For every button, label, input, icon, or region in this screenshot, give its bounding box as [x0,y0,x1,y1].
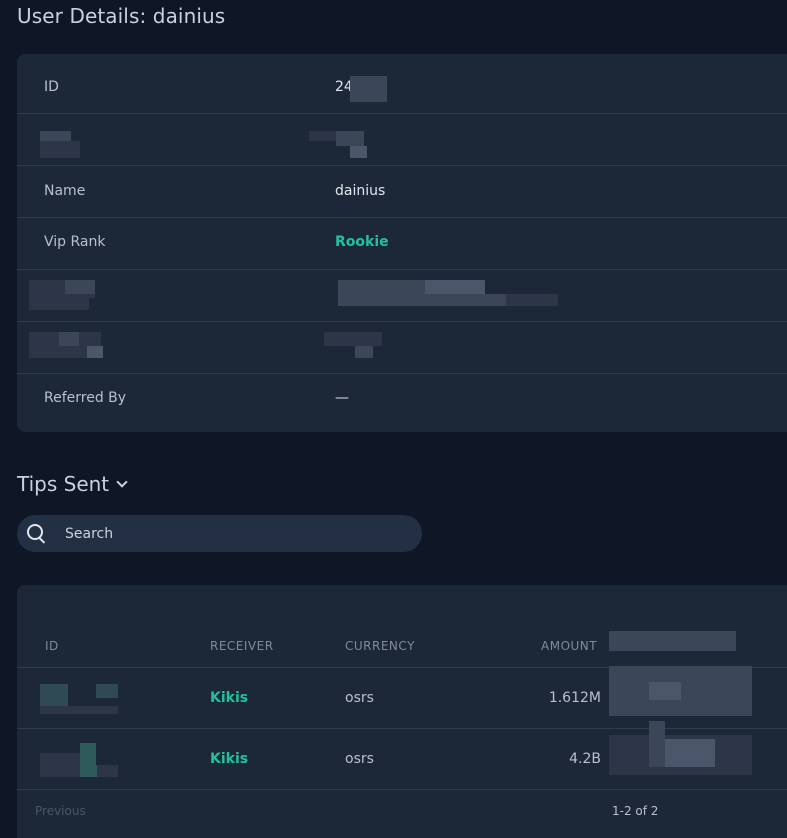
currency-cell: osrs [345,751,374,767]
redacted-value [506,294,558,306]
redacted-id [40,706,118,714]
tips-table: ID RECEIVER CURRENCY AMOUNT Kikis osrs 1… [17,585,787,838]
details-label-referred-by: Referred By [44,390,127,406]
redacted-cell [665,739,715,767]
details-row-vip-rank: Vip Rank Rookie [17,218,787,270]
column-header-currency[interactable]: CURRENCY [345,639,415,653]
redacted-cell [649,682,681,700]
redacted-value [324,332,382,346]
redacted-value [309,131,336,141]
pagination-count: 1-2 of 2 [612,804,659,818]
details-row-redacted [17,270,787,322]
redacted-label [65,280,95,294]
search-box[interactable] [17,515,422,552]
details-row-redacted [17,114,787,166]
receiver-link[interactable]: Kikis [210,690,248,706]
search-icon [27,524,43,540]
details-row-name: Name dainius [17,166,787,218]
redacted-value [350,146,367,158]
redacted-label [40,131,71,141]
table-row[interactable]: Kikis osrs 1.612M [17,666,787,729]
table-row[interactable]: Kikis osrs 4.2B [17,721,787,790]
vip-rank-badge: Rookie [335,234,389,250]
redacted-label [87,346,103,358]
redacted-value [355,346,373,358]
receiver-link[interactable]: Kikis [210,751,248,767]
redacted-id [40,753,80,777]
column-header-id[interactable]: ID [45,639,59,653]
details-value-name: dainius [335,183,386,199]
currency-cell: osrs [345,690,374,706]
details-row-id: ID 24 [17,54,787,114]
redacted-label [59,332,79,346]
redacted-id [96,684,118,698]
chevron-down-icon [116,476,128,488]
amount-cell: 4.2B [569,751,601,767]
search-input[interactable] [63,523,407,545]
redacted-block [350,76,387,102]
previous-page-button[interactable]: Previous [35,804,86,818]
tips-sent-title: Tips Sent [17,472,110,496]
column-header-receiver[interactable]: RECEIVER [210,639,274,653]
details-row-referred-by: Referred By — [17,374,787,431]
redacted-id [97,765,118,777]
details-label-vip-rank: Vip Rank [44,234,106,250]
redacted-id [80,743,96,765]
redacted-cell [649,721,665,767]
column-header-amount[interactable]: AMOUNT [541,639,597,653]
details-label-id: ID [44,79,59,95]
redacted-label [40,141,80,158]
redacted-value [468,294,506,306]
user-details-card: ID 24 Name dainius Vip Rank Rookie Refer… [17,54,787,432]
redacted-label [29,298,89,310]
redacted-column-header [609,631,736,651]
redacted-value [336,131,364,146]
redacted-value [425,280,485,294]
details-label-name: Name [44,183,86,199]
tips-sent-dropdown[interactable]: Tips Sent [17,472,128,496]
page-title: User Details: dainius [17,4,226,28]
amount-cell: 1.612M [548,690,601,706]
details-row-redacted [17,322,787,374]
details-value-referred-by: — [335,390,349,406]
redacted-id [40,684,68,706]
